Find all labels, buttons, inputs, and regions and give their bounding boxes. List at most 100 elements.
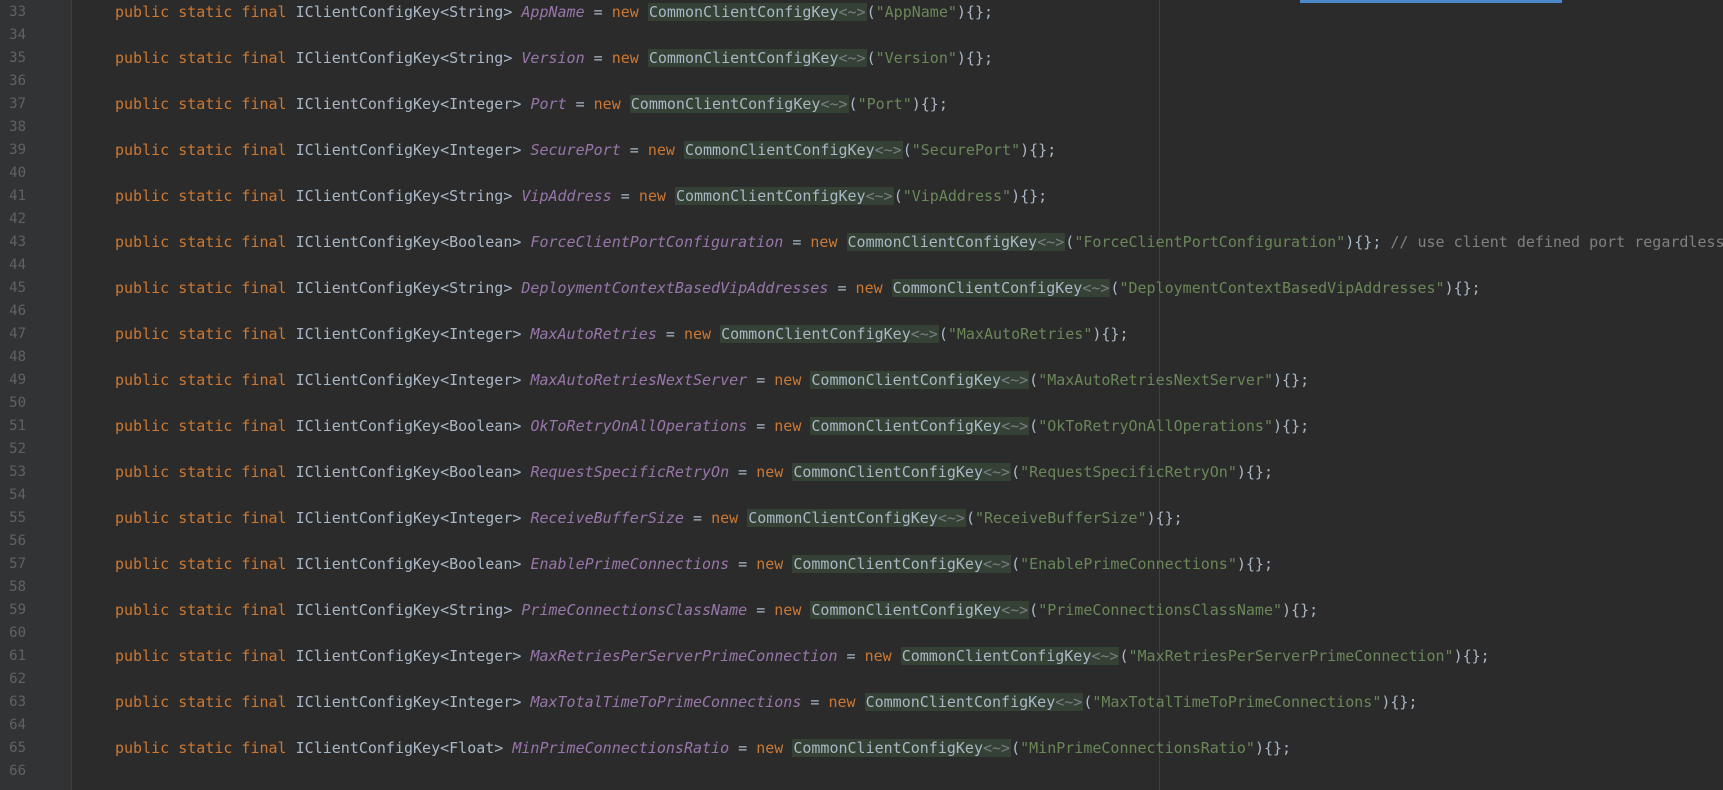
anonymous-class-highlight[interactable]: CommonClientConfigKey<~> bbox=[900, 647, 1120, 665]
field-type[interactable]: IClientConfigKey<String> bbox=[296, 601, 513, 619]
code-statement[interactable]: public static final IClientConfigKey<Int… bbox=[115, 369, 1309, 392]
anonymous-class-highlight[interactable]: CommonClientConfigKey<~> bbox=[810, 417, 1030, 435]
diamond-fold-icon[interactable]: <~> bbox=[938, 509, 965, 527]
field-type[interactable]: IClientConfigKey<String> bbox=[296, 49, 513, 67]
code-statement[interactable]: public static final IClientConfigKey<Boo… bbox=[115, 553, 1273, 576]
field-name[interactable]: Port bbox=[530, 95, 566, 113]
code-line[interactable]: 61 public static final IClientConfigKey<I… bbox=[0, 645, 1723, 668]
anonymous-class-highlight[interactable]: CommonClientConfigKey<~> bbox=[864, 693, 1084, 711]
field-type[interactable]: IClientConfigKey<Float> bbox=[296, 739, 504, 757]
string-literal[interactable]: "EnablePrimeConnections" bbox=[1020, 555, 1237, 573]
class-name[interactable]: CommonClientConfigKey bbox=[721, 325, 911, 343]
code-line[interactable]: 64 bbox=[0, 714, 1723, 737]
field-type[interactable]: IClientConfigKey<Integer> bbox=[296, 509, 522, 527]
code-line[interactable]: 49 public static final IClientConfigKey<I… bbox=[0, 369, 1723, 392]
code-line[interactable]: 53 public static final IClientConfigKey<B… bbox=[0, 461, 1723, 484]
code-line[interactable]: 66 bbox=[0, 760, 1723, 783]
anonymous-class-highlight[interactable]: CommonClientConfigKey<~> bbox=[674, 187, 894, 205]
code-line[interactable]: 65 public static final IClientConfigKey<F… bbox=[0, 737, 1723, 760]
class-name[interactable]: CommonClientConfigKey bbox=[811, 371, 1001, 389]
code-statement[interactable]: public static final IClientConfigKey<Int… bbox=[115, 691, 1417, 714]
string-literal[interactable]: "MaxTotalTimeToPrimeConnections" bbox=[1092, 693, 1381, 711]
string-literal[interactable]: "MaxRetriesPerServerPrimeConnection" bbox=[1128, 647, 1453, 665]
field-type[interactable]: IClientConfigKey<Integer> bbox=[296, 693, 522, 711]
code-line[interactable]: 57 public static final IClientConfigKey<B… bbox=[0, 553, 1723, 576]
code-line[interactable]: 35 public static final IClientConfigKey<S… bbox=[0, 47, 1723, 70]
field-type[interactable]: IClientConfigKey<Integer> bbox=[296, 95, 522, 113]
diamond-fold-icon[interactable]: <~> bbox=[1001, 371, 1028, 389]
field-name[interactable]: RequestSpecificRetryOn bbox=[530, 463, 729, 481]
class-name[interactable]: CommonClientConfigKey bbox=[649, 3, 839, 21]
diamond-fold-icon[interactable]: <~> bbox=[1001, 417, 1028, 435]
code-line[interactable]: 37 public static final IClientConfigKey<I… bbox=[0, 93, 1723, 116]
diamond-fold-icon[interactable]: <~> bbox=[875, 141, 902, 159]
code-statement[interactable]: public static final IClientConfigKey<Str… bbox=[115, 1, 993, 24]
code-line[interactable]: 38 bbox=[0, 116, 1723, 139]
anonymous-class-highlight[interactable]: CommonClientConfigKey<~> bbox=[792, 463, 1012, 481]
anonymous-class-highlight[interactable]: CommonClientConfigKey<~> bbox=[720, 325, 939, 343]
anonymous-class-highlight[interactable]: CommonClientConfigKey<~> bbox=[647, 3, 867, 21]
field-type[interactable]: IClientConfigKey<Integer> bbox=[296, 647, 522, 665]
string-literal[interactable]: "Version" bbox=[876, 49, 957, 67]
code-statement[interactable]: public static final IClientConfigKey<Str… bbox=[115, 185, 1047, 208]
code-editor[interactable]: 33 public static final IClientConfigKey<S… bbox=[0, 0, 1723, 790]
anonymous-class-highlight[interactable]: CommonClientConfigKey<~> bbox=[647, 49, 867, 67]
anonymous-class-highlight[interactable]: CommonClientConfigKey<~> bbox=[792, 739, 1012, 757]
string-literal[interactable]: "ForceClientPortConfiguration" bbox=[1074, 233, 1345, 251]
class-name[interactable]: CommonClientConfigKey bbox=[793, 463, 983, 481]
anonymous-class-highlight[interactable]: CommonClientConfigKey<~> bbox=[846, 233, 1066, 251]
field-name[interactable]: EnablePrimeConnections bbox=[530, 555, 729, 573]
code-statement[interactable]: public static final IClientConfigKey<Int… bbox=[115, 507, 1183, 530]
field-type[interactable]: IClientConfigKey<Integer> bbox=[296, 371, 522, 389]
code-line[interactable]: 58 bbox=[0, 576, 1723, 599]
anonymous-class-highlight[interactable]: CommonClientConfigKey<~> bbox=[810, 371, 1030, 389]
field-name[interactable]: MaxTotalTimeToPrimeConnections bbox=[530, 693, 801, 711]
class-name[interactable]: CommonClientConfigKey bbox=[811, 601, 1001, 619]
class-name[interactable]: CommonClientConfigKey bbox=[902, 647, 1092, 665]
diamond-fold-icon[interactable]: <~> bbox=[983, 463, 1010, 481]
code-statement[interactable]: public static final IClientConfigKey<Int… bbox=[115, 139, 1056, 162]
field-type[interactable]: IClientConfigKey<Boolean> bbox=[296, 233, 522, 251]
code-line[interactable]: 42 bbox=[0, 208, 1723, 231]
class-name[interactable]: CommonClientConfigKey bbox=[793, 739, 983, 757]
string-literal[interactable]: "MaxAutoRetries" bbox=[948, 325, 1093, 343]
string-literal[interactable]: "Port" bbox=[858, 95, 912, 113]
code-statement[interactable]: public static final IClientConfigKey<Boo… bbox=[115, 461, 1273, 484]
string-literal[interactable]: "MaxAutoRetriesNextServer" bbox=[1038, 371, 1273, 389]
code-statement[interactable]: public static final IClientConfigKey<Boo… bbox=[115, 415, 1309, 438]
class-name[interactable]: CommonClientConfigKey bbox=[685, 141, 875, 159]
string-literal[interactable]: "AppName" bbox=[876, 3, 957, 21]
anonymous-class-highlight[interactable]: CommonClientConfigKey<~> bbox=[792, 555, 1012, 573]
code-line[interactable]: 60 bbox=[0, 622, 1723, 645]
code-line[interactable]: 48 bbox=[0, 346, 1723, 369]
anonymous-class-highlight[interactable]: CommonClientConfigKey<~> bbox=[810, 601, 1030, 619]
field-name[interactable]: MaxAutoRetries bbox=[530, 325, 656, 343]
code-line[interactable]: 40 bbox=[0, 162, 1723, 185]
diamond-fold-icon[interactable]: <~> bbox=[839, 3, 866, 21]
code-line[interactable]: 41 public static final IClientConfigKey<S… bbox=[0, 185, 1723, 208]
code-line[interactable]: 43 public static final IClientConfigKey<B… bbox=[0, 231, 1723, 254]
field-name[interactable]: ForceClientPortConfiguration bbox=[530, 233, 783, 251]
string-literal[interactable]: "DeploymentContextBasedVipAddresses" bbox=[1119, 279, 1444, 297]
string-literal[interactable]: "MinPrimeConnectionsRatio" bbox=[1020, 739, 1255, 757]
diamond-fold-icon[interactable]: <~> bbox=[1091, 647, 1118, 665]
code-statement[interactable]: public static final IClientConfigKey<Flo… bbox=[115, 737, 1291, 760]
field-name[interactable]: PrimeConnectionsClassName bbox=[521, 601, 747, 619]
code-line[interactable]: 55 public static final IClientConfigKey<I… bbox=[0, 507, 1723, 530]
diamond-fold-icon[interactable]: <~> bbox=[983, 555, 1010, 573]
field-name[interactable]: MaxAutoRetriesNextServer bbox=[530, 371, 747, 389]
code-line[interactable]: 47 public static final IClientConfigKey<I… bbox=[0, 323, 1723, 346]
anonymous-class-highlight[interactable]: CommonClientConfigKey<~> bbox=[891, 279, 1111, 297]
class-name[interactable]: CommonClientConfigKey bbox=[866, 693, 1056, 711]
anonymous-class-highlight[interactable]: CommonClientConfigKey<~> bbox=[747, 509, 966, 527]
code-line[interactable]: 46 bbox=[0, 300, 1723, 323]
class-name[interactable]: CommonClientConfigKey bbox=[649, 49, 839, 67]
class-name[interactable]: CommonClientConfigKey bbox=[748, 509, 938, 527]
class-name[interactable]: CommonClientConfigKey bbox=[811, 417, 1001, 435]
code-line[interactable]: 44 bbox=[0, 254, 1723, 277]
diamond-fold-icon[interactable]: <~> bbox=[983, 739, 1010, 757]
diamond-fold-icon[interactable]: <~> bbox=[1082, 279, 1109, 297]
diamond-fold-icon[interactable]: <~> bbox=[1037, 233, 1064, 251]
class-name[interactable]: CommonClientConfigKey bbox=[848, 233, 1038, 251]
diamond-fold-icon[interactable]: <~> bbox=[1001, 601, 1028, 619]
